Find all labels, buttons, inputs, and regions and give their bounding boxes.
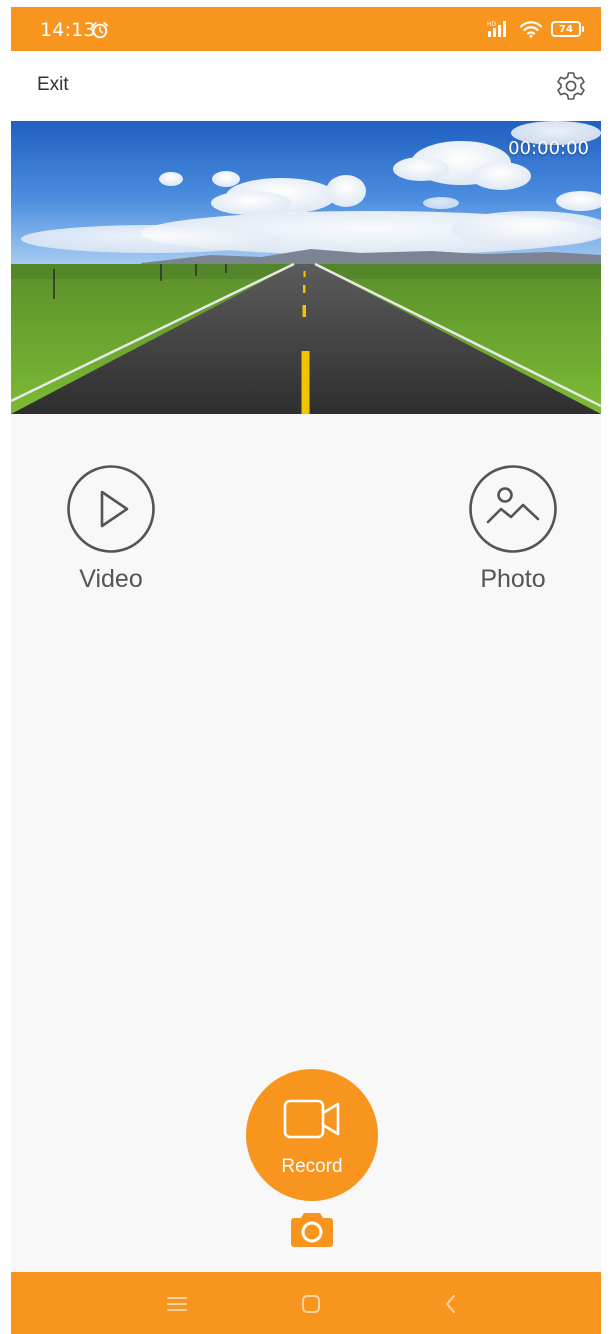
photo-button[interactable]: Photo [453,464,573,594]
road-landscape-image [11,121,601,414]
app-header: Exit [11,51,601,121]
app-screen: 14:13 HD 74 Exit 00:00:00 Video Photo Re… [11,7,601,1334]
video-label: Video [79,565,143,593]
recording-timer: 00:00:00 [508,138,589,159]
status-time: 14:13 [40,19,96,41]
camera-icon[interactable] [290,1210,334,1248]
camera-preview[interactable]: 00:00:00 [11,121,601,414]
home-icon[interactable] [297,1290,325,1318]
back-icon[interactable] [437,1290,465,1318]
battery-icon: 74 [551,21,584,37]
wifi-icon [519,21,543,38]
battery-level: 74 [559,23,573,35]
gear-icon[interactable] [555,70,587,102]
signal-icon: HD [487,21,506,37]
menu-icon[interactable] [163,1290,191,1318]
video-button[interactable]: Video [51,464,171,594]
record-label: Record [281,1156,343,1177]
svg-text:HD: HD [487,21,497,28]
play-icon [67,465,155,553]
video-camera-icon [283,1099,340,1139]
status-indicators: HD 74 [487,18,584,40]
record-button[interactable]: Record [246,1069,378,1201]
status-bar: 14:13 HD 74 [11,7,601,51]
system-nav-bar [11,1272,601,1334]
alarm-icon [92,22,108,39]
exit-button[interactable]: Exit [37,74,69,96]
gallery-icon [469,465,557,553]
photo-label: Photo [480,565,546,593]
